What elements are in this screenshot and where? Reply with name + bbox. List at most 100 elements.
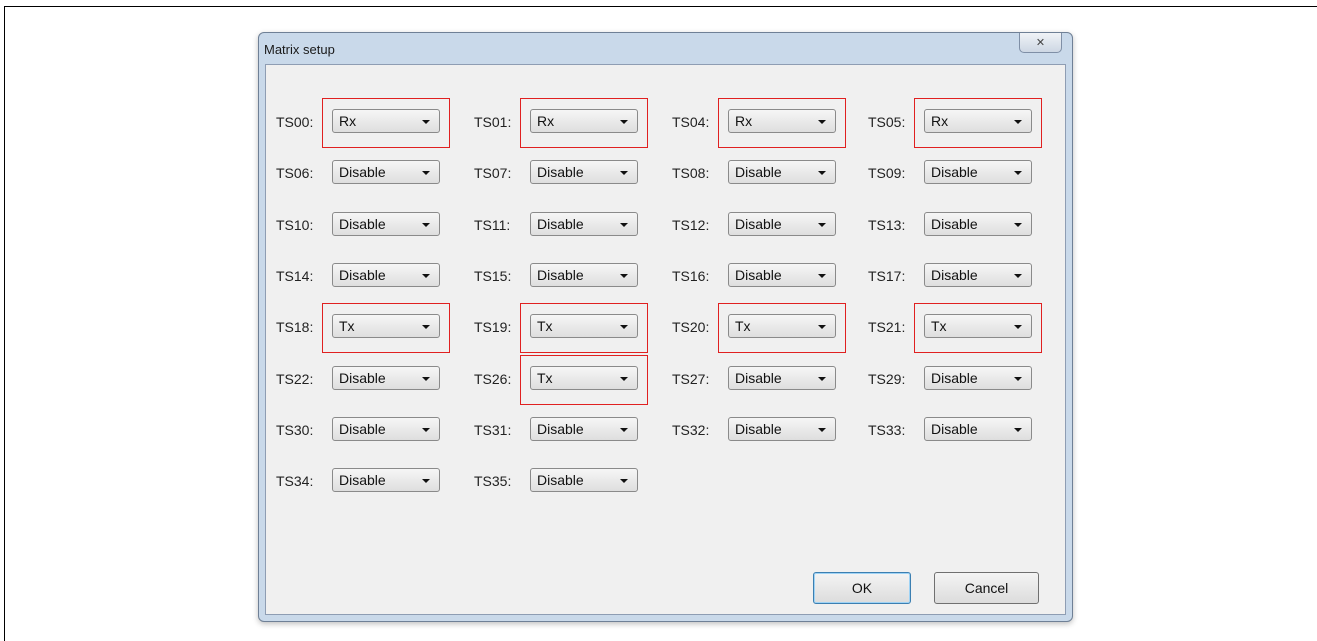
slot-mode-select[interactable]: Tx bbox=[332, 314, 440, 338]
slot-mode-select[interactable]: Disable bbox=[332, 212, 440, 236]
slot-label: TS01: bbox=[474, 114, 512, 130]
chevron-down-icon bbox=[818, 223, 826, 227]
slot-mode-select[interactable]: Disable bbox=[924, 366, 1032, 390]
slot-mode-value: Disable bbox=[735, 421, 782, 437]
slot-mode-select[interactable]: Disable bbox=[530, 160, 638, 184]
slot-mode-value: Disable bbox=[339, 421, 386, 437]
slot-mode-select[interactable]: Disable bbox=[332, 468, 440, 492]
slot-mode-value: Tx bbox=[537, 370, 553, 386]
slot-mode-select[interactable]: Tx bbox=[530, 366, 638, 390]
slot-label: TS00: bbox=[276, 114, 314, 130]
slot-mode-select[interactable]: Tx bbox=[728, 314, 836, 338]
slot-mode-select[interactable]: Disable bbox=[728, 366, 836, 390]
slot-label: TS21: bbox=[868, 319, 906, 335]
chevron-down-icon bbox=[818, 274, 826, 278]
chevron-down-icon bbox=[818, 171, 826, 175]
slot-label: TS11: bbox=[474, 217, 511, 233]
chevron-down-icon bbox=[422, 325, 430, 329]
slot-label: TS20: bbox=[672, 319, 710, 335]
slot-mode-select[interactable]: Disable bbox=[924, 417, 1032, 441]
close-button[interactable]: ✕ bbox=[1019, 33, 1062, 53]
chevron-down-icon bbox=[1014, 325, 1022, 329]
dialog-title: Matrix setup bbox=[264, 42, 335, 57]
slot-mode-select[interactable]: Rx bbox=[924, 109, 1032, 133]
slot-mode-value: Disable bbox=[339, 267, 386, 283]
slot-mode-value: Disable bbox=[537, 472, 584, 488]
slot-label: TS19: bbox=[474, 319, 512, 335]
slot-label: TS31: bbox=[474, 422, 512, 438]
slot-label: TS22: bbox=[276, 371, 314, 387]
slot-mode-value: Disable bbox=[931, 216, 978, 232]
slot-mode-select[interactable]: Tx bbox=[924, 314, 1032, 338]
slot-mode-select[interactable]: Disable bbox=[924, 263, 1032, 287]
slot-mode-select[interactable]: Disable bbox=[530, 212, 638, 236]
chevron-down-icon bbox=[1014, 428, 1022, 432]
slot-label: TS26: bbox=[474, 371, 512, 387]
chevron-down-icon bbox=[620, 223, 628, 227]
slot-label: TS06: bbox=[276, 165, 314, 181]
slot-mode-value: Disable bbox=[931, 267, 978, 283]
slot-mode-select[interactable]: Disable bbox=[530, 263, 638, 287]
chevron-down-icon bbox=[620, 120, 628, 124]
chevron-down-icon bbox=[422, 120, 430, 124]
slot-label: TS30: bbox=[276, 422, 314, 438]
slot-label: TS15: bbox=[474, 268, 512, 284]
slot-label: TS13: bbox=[868, 217, 906, 233]
close-icon: ✕ bbox=[1035, 37, 1046, 49]
slot-mode-value: Disable bbox=[339, 164, 386, 180]
slot-mode-select[interactable]: Disable bbox=[530, 417, 638, 441]
slot-mode-value: Tx bbox=[735, 318, 751, 334]
slot-mode-select[interactable]: Rx bbox=[332, 109, 440, 133]
slot-mode-value: Disable bbox=[735, 216, 782, 232]
slot-mode-value: Disable bbox=[931, 164, 978, 180]
chevron-down-icon bbox=[620, 325, 628, 329]
chevron-down-icon bbox=[1014, 171, 1022, 175]
slot-mode-value: Disable bbox=[537, 216, 584, 232]
slot-mode-value: Tx bbox=[931, 318, 947, 334]
slot-mode-select[interactable]: Disable bbox=[728, 417, 836, 441]
matrix-setup-dialog: Matrix setup ✕ OK Cancel TS00: Rx TS01: Rx T… bbox=[258, 32, 1073, 622]
slot-mode-value: Disable bbox=[339, 472, 386, 488]
slot-mode-select[interactable]: Disable bbox=[530, 468, 638, 492]
slot-mode-select[interactable]: Disable bbox=[332, 417, 440, 441]
chevron-down-icon bbox=[422, 274, 430, 278]
slot-label: TS16: bbox=[672, 268, 710, 284]
slot-mode-value: Disable bbox=[339, 370, 386, 386]
slot-mode-select[interactable]: Disable bbox=[332, 263, 440, 287]
slot-label: TS27: bbox=[672, 371, 710, 387]
slot-mode-select[interactable]: Rx bbox=[728, 109, 836, 133]
chevron-down-icon bbox=[422, 479, 430, 483]
slot-mode-select[interactable]: Disable bbox=[924, 160, 1032, 184]
slot-mode-value: Disable bbox=[931, 370, 978, 386]
slot-mode-select[interactable]: Disable bbox=[332, 160, 440, 184]
slot-mode-value: Disable bbox=[931, 421, 978, 437]
chevron-down-icon bbox=[620, 479, 628, 483]
slot-mode-value: Disable bbox=[537, 421, 584, 437]
slot-mode-select[interactable]: Disable bbox=[728, 263, 836, 287]
slot-mode-select[interactable]: Tx bbox=[530, 314, 638, 338]
cancel-button[interactable]: Cancel bbox=[934, 572, 1039, 604]
slot-mode-value: Rx bbox=[931, 113, 949, 129]
slot-mode-select[interactable]: Rx bbox=[530, 109, 638, 133]
slot-mode-select[interactable]: Disable bbox=[924, 212, 1032, 236]
chevron-down-icon bbox=[422, 171, 430, 175]
slot-label: TS29: bbox=[868, 371, 906, 387]
slot-mode-select[interactable]: Disable bbox=[728, 160, 836, 184]
slot-mode-select[interactable]: Disable bbox=[728, 212, 836, 236]
slot-mode-value: Disable bbox=[537, 267, 584, 283]
slot-label: TS14: bbox=[276, 268, 314, 284]
slot-label: TS09: bbox=[868, 165, 906, 181]
ok-button[interactable]: OK bbox=[813, 572, 911, 604]
slot-mode-value: Tx bbox=[537, 318, 553, 334]
slot-mode-select[interactable]: Disable bbox=[332, 366, 440, 390]
slot-mode-value: Disable bbox=[735, 370, 782, 386]
slot-mode-value: Tx bbox=[339, 318, 355, 334]
chevron-down-icon bbox=[818, 120, 826, 124]
slot-label: TS34: bbox=[276, 473, 314, 489]
chevron-down-icon bbox=[620, 428, 628, 432]
chevron-down-icon bbox=[1014, 377, 1022, 381]
slot-label: TS07: bbox=[474, 165, 512, 181]
slot-mode-value: Rx bbox=[735, 113, 753, 129]
slot-label: TS10: bbox=[276, 217, 314, 233]
chevron-down-icon bbox=[1014, 223, 1022, 227]
